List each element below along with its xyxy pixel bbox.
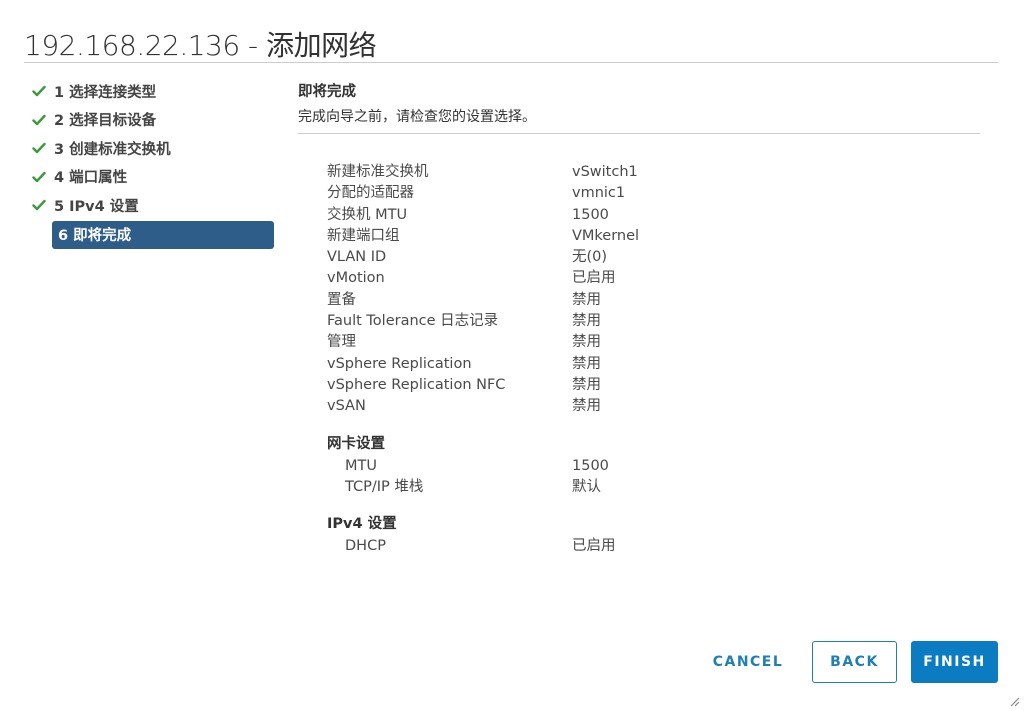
summary-value: 1500	[572, 457, 609, 474]
nic-settings-heading: 网卡设置	[327, 435, 385, 452]
step-6-current[interactable]: 6 即将完成	[52, 220, 274, 249]
summary-row: 交换机 MTU 1500	[327, 205, 827, 226]
page-description: 完成向导之前，请检查您的设置选择。	[298, 109, 536, 125]
summary-row: 管理 禁用	[327, 332, 827, 353]
step-1[interactable]: 1 选择连接类型	[32, 77, 277, 106]
step-4[interactable]: 4 端口属性	[32, 163, 277, 192]
settings-summary: 新建标准交换机 vSwitch1 分配的适配器 vmnic1 交换机 MTU 1500…	[327, 162, 827, 557]
page-title: 即将完成	[298, 84, 356, 100]
step-label: 6 即将完成	[58, 228, 132, 244]
check-icon	[32, 137, 54, 159]
content-divider	[298, 133, 980, 134]
summary-value: 1500	[572, 206, 609, 223]
step-label: 1 选择连接类型	[54, 84, 157, 101]
summary-key: vSphere Replication	[327, 355, 472, 372]
summary-value: 已启用	[572, 538, 616, 555]
summary-row: vSphere Replication 禁用	[327, 354, 827, 375]
summary-row: 新建端口组 VMkernel	[327, 226, 827, 247]
summary-row: 置备 禁用	[327, 290, 827, 311]
summary-key: vSphere Replication NFC	[327, 376, 506, 393]
summary-row: MTU 1500	[327, 456, 827, 477]
summary-row: 分配的适配器 vmnic1	[327, 183, 827, 204]
summary-key: Fault Tolerance 日志记录	[327, 313, 499, 330]
summary-key: vSAN	[327, 398, 366, 415]
summary-row: vMotion 已启用	[327, 268, 827, 289]
summary-key: 交换机 MTU	[327, 206, 408, 223]
summary-value: 禁用	[572, 355, 601, 372]
summary-value: 禁用	[572, 334, 601, 351]
summary-value: vmnic1	[572, 185, 626, 202]
summary-row: vSphere Replication NFC 禁用	[327, 375, 827, 396]
summary-value: 禁用	[572, 313, 601, 330]
summary-value: 禁用	[572, 291, 601, 308]
step-5[interactable]: 5 IPv4 设置	[32, 191, 277, 220]
summary-row: Fault Tolerance 日志记录 禁用	[327, 311, 827, 332]
summary-row: vSAN 禁用	[327, 396, 827, 417]
resize-grip-icon[interactable]	[1008, 694, 1020, 707]
dialog-title: 192.168.22.136 - 添加网络	[24, 29, 377, 62]
step-3[interactable]: 3 创建标准交换机	[32, 134, 277, 163]
summary-key: 置备	[327, 291, 356, 308]
summary-value: 禁用	[572, 398, 601, 415]
summary-key: 新建标准交换机	[327, 164, 429, 180]
summary-value: 已启用	[572, 270, 616, 287]
summary-value: 无(0)	[572, 249, 608, 266]
summary-key: DHCP	[345, 538, 386, 555]
step-label: 4 端口属性	[54, 170, 128, 187]
check-icon	[32, 194, 54, 216]
summary-row: 新建标准交换机 vSwitch1	[327, 162, 827, 183]
summary-row: VLAN ID 无(0)	[327, 247, 827, 268]
summary-key: 新建端口组	[327, 227, 400, 244]
finish-button[interactable]: FINISH	[911, 641, 998, 683]
add-network-dialog: 192.168.22.136 - 添加网络 1 选择连接类型 2 选择目标设备 …	[0, 0, 1024, 710]
summary-value: VMkernel	[572, 227, 640, 244]
summary-key: TCP/IP 堆栈	[345, 478, 424, 495]
summary-key: MTU	[345, 457, 377, 474]
content-header: 即将完成 完成向导之前，请检查您的设置选择。	[298, 80, 980, 134]
check-icon	[32, 109, 54, 131]
summary-value: 禁用	[572, 376, 601, 393]
summary-row: DHCP 已启用	[327, 536, 827, 557]
ipv4-settings-heading: IPv4 设置	[327, 516, 397, 533]
summary-value: 默认	[572, 478, 601, 495]
title-divider	[24, 62, 998, 63]
step-label: 5 IPv4 设置	[54, 198, 139, 215]
summary-row: TCP/IP 堆栈 默认	[327, 477, 827, 498]
step-label: 3 创建标准交换机	[54, 141, 171, 158]
wizard-steps: 1 选择连接类型 2 选择目标设备 3 创建标准交换机 4 端口属性 5 IPv…	[32, 77, 277, 249]
back-button[interactable]: BACK	[812, 641, 897, 683]
check-icon	[32, 80, 54, 102]
summary-value: vSwitch1	[572, 164, 638, 180]
check-icon	[32, 166, 54, 188]
summary-key: vMotion	[327, 270, 385, 287]
cancel-button[interactable]: CANCEL	[700, 641, 796, 683]
summary-key: VLAN ID	[327, 249, 387, 266]
summary-key: 管理	[327, 334, 356, 351]
summary-key: 分配的适配器	[327, 185, 414, 202]
step-2[interactable]: 2 选择目标设备	[32, 106, 277, 135]
step-label: 2 选择目标设备	[54, 113, 157, 130]
